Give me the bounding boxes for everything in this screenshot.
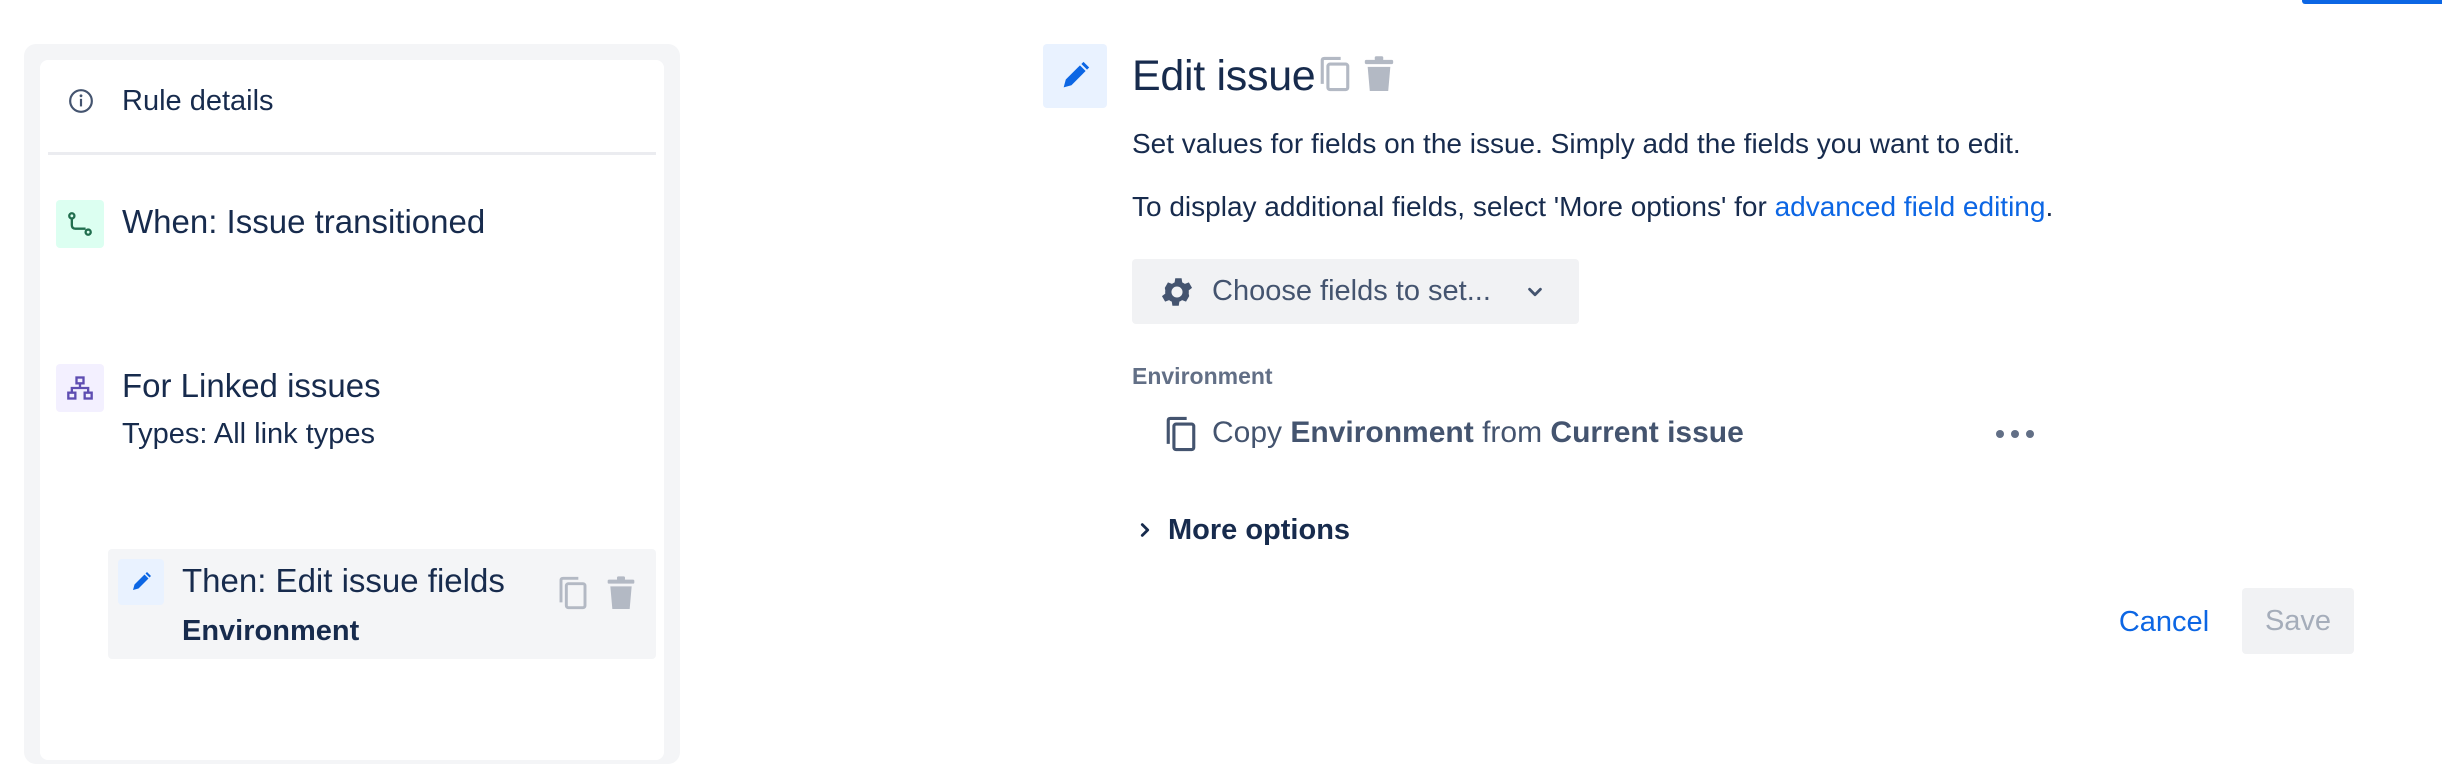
copy-prefix: Copy [1212, 416, 1291, 449]
trash-icon[interactable] [604, 573, 638, 613]
chevron-down-icon [1522, 279, 1548, 305]
action-subtitle: Environment [182, 615, 360, 647]
pencil-icon [118, 559, 164, 605]
copy-icon[interactable] [556, 573, 590, 613]
gear-icon [1158, 273, 1196, 311]
trash-icon[interactable] [1362, 54, 1396, 94]
title-toolbar [1318, 54, 1396, 94]
advanced-prefix: To display additional fields, select 'Mo… [1132, 191, 1775, 222]
edit-description: Set values for fields on the issue. Simp… [1132, 128, 2021, 159]
copy-icon [1164, 414, 1202, 454]
copy-field-row: Copy Environment from Current issue [1160, 410, 2200, 458]
info-icon [66, 86, 96, 116]
save-button[interactable]: Save [2242, 588, 2354, 654]
branch-icon [56, 364, 104, 412]
divider [48, 152, 656, 155]
page-title: Edit issue [1132, 52, 1316, 100]
action-title: Then: Edit issue fields [182, 562, 505, 599]
branch-title: For Linked issues [122, 367, 381, 404]
rule-card: Rule details When: Issue transitioned Fo… [40, 60, 664, 760]
more-options-toggle[interactable]: More options [1132, 510, 1350, 550]
cancel-button[interactable]: Cancel [2104, 590, 2224, 654]
choose-fields-label: Choose fields to set... [1212, 275, 1491, 307]
choose-fields-button[interactable]: Choose fields to set... [1132, 259, 1579, 324]
pencil-icon [1043, 44, 1107, 108]
rule-panel: Rule details When: Issue transitioned Fo… [24, 44, 680, 764]
copy-source: Current issue [1550, 416, 1744, 449]
top-accent-bar [2302, 0, 2442, 4]
action-toolbar [556, 573, 638, 613]
action-component[interactable]: Then: Edit issue fields Environment [108, 549, 656, 659]
trigger-icon [56, 200, 104, 248]
more-options-label: More options [1168, 514, 1351, 546]
more-icon[interactable] [1988, 418, 2042, 450]
advanced-suffix: . [2045, 191, 2054, 222]
branch-component[interactable]: For Linked issues Types: All link types [40, 356, 664, 456]
field-label-environment: Environment [1132, 363, 1273, 389]
copy-middle: from [1473, 416, 1551, 449]
copy-field-name: Environment [1290, 416, 1474, 449]
branch-subtitle: Types: All link types [122, 418, 376, 450]
edit-description-advanced: To display additional fields, select 'Mo… [1132, 189, 2053, 225]
copy-field-text: Copy Environment from Current issue [1212, 415, 1744, 451]
advanced-field-editing-link[interactable]: advanced field editing [1775, 191, 2046, 222]
chevron-right-icon [1132, 517, 1158, 543]
copy-icon[interactable] [1318, 54, 1352, 94]
rule-details-label: Rule details [122, 85, 274, 117]
trigger-component[interactable]: When: Issue transitioned [40, 190, 664, 260]
trigger-title: When: Issue transitioned [122, 203, 486, 240]
rule-details-item[interactable]: Rule details [40, 60, 664, 152]
